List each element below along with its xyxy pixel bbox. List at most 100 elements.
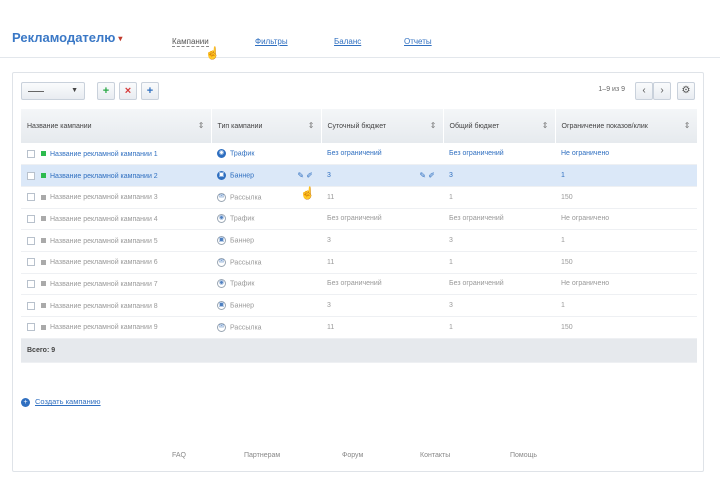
row-checkbox[interactable] [27, 236, 35, 245]
table-row[interactable]: Название рекламной кампании 7 ◉ Трафик Без … [21, 273, 697, 296]
campaign-name[interactable]: Название рекламной кампании 5 [50, 237, 158, 244]
cell-daily-budget: Без ограничений [321, 143, 443, 166]
footer-link-help[interactable]: Помощь [510, 452, 537, 459]
campaign-type-icon: ✉ [217, 257, 226, 267]
cell-name[interactable]: Название рекламной кампании 4 [21, 208, 211, 231]
row-checkbox[interactable] [27, 323, 35, 332]
cell-daily-budget: Без ограничений [321, 208, 443, 231]
cell-type: ✉ Рассылка [211, 251, 321, 274]
footer-link-forum[interactable]: Форум [342, 452, 363, 459]
column-header-type[interactable]: Тип кампании ⇕ [211, 109, 322, 143]
campaign-type-icon: ▣ [217, 236, 226, 246]
sort-icon: ⇕ [541, 121, 549, 130]
cell-daily-budget: 3 [321, 229, 443, 252]
row-checkbox[interactable] [27, 171, 35, 180]
cell-limit: Не ограничено [555, 208, 697, 231]
prev-page-button[interactable]: ‹ [635, 82, 653, 100]
table-row[interactable]: Название рекламной кампании 4 ◉ Трафик Без … [21, 208, 697, 231]
cell-name[interactable]: Название рекламной кампании 5 [21, 229, 211, 252]
plus-icon: + [102, 85, 110, 97]
campaign-type: Рассылка [230, 259, 262, 267]
row-checkbox[interactable] [27, 193, 35, 202]
cell-limit: 1 [555, 294, 697, 317]
campaigns-table: Название кампании ⇕ Тип кампании ⇕ Суточны… [21, 109, 698, 363]
nav-link-balance[interactable]: Баланс [334, 37, 361, 46]
brand-menu[interactable]: Рекламодателю ▾ [12, 30, 122, 45]
cell-total-budget: 3 [443, 229, 555, 252]
campaign-type: Рассылка [230, 194, 262, 202]
campaign-name[interactable]: Название рекламной кампании 9 [50, 324, 158, 331]
row-checkbox[interactable] [27, 301, 35, 310]
add-button[interactable]: + [97, 82, 115, 100]
cell-name[interactable]: Название рекламной кампании 9 [21, 316, 211, 339]
table-row[interactable]: Название рекламной кампании 6 ✉ Рассылка 11… [21, 251, 697, 274]
cell-limit: 150 [555, 316, 697, 339]
cell-type: ▣ Баннер [211, 294, 321, 317]
cell-name[interactable]: Название рекламной кампании 6 [21, 251, 211, 274]
column-header-name[interactable]: Название кампании ⇕ [21, 109, 212, 143]
table-row[interactable]: Название рекламной кампании 1 ◉ Трафик Без … [21, 143, 697, 166]
campaigns-panel: ▼ + × + 1–9 из 9 ‹ › ⚙ Название кампании… [12, 72, 704, 472]
edit-icon[interactable]: ✎ ✐ [419, 171, 435, 180]
cell-type: ▣ Баннер [211, 229, 321, 252]
total-label: Всего: 9 [21, 338, 697, 363]
cell-daily-budget: 3 [321, 294, 443, 317]
campaign-name[interactable]: Название рекламной кампании 4 [50, 216, 158, 223]
table-row[interactable]: Название рекламной кампании 3 ✉ Рассылка 11… [21, 186, 697, 209]
status-dot-icon [41, 216, 46, 222]
campaign-name[interactable]: Название рекламной кампании 6 [50, 259, 158, 266]
cell-type: ◉ Трафик [211, 143, 321, 166]
sort-icon: ⇕ [307, 121, 315, 130]
table-row[interactable]: Название рекламной кампании 8 ▣ Баннер 3 3 1 [21, 294, 697, 317]
cell-name[interactable]: Название рекламной кампании 7 [21, 273, 211, 296]
row-checkbox[interactable] [27, 279, 35, 288]
cell-total-budget: Без ограничений [443, 143, 555, 166]
status-dot-icon [41, 281, 46, 287]
cell-limit: 150 [555, 251, 697, 274]
campaign-type: Трафик [230, 150, 255, 158]
next-page-button[interactable]: › [653, 82, 671, 100]
footer-link-partners[interactable]: Партнерам [244, 452, 280, 459]
footer-link-faq[interactable]: FAQ [172, 452, 186, 459]
column-header-limit[interactable]: Ограничение показов/клик ⇕ [555, 109, 698, 143]
table-row[interactable]: Название рекламной кампании 5 ▣ Баннер 3 3 1 [21, 229, 697, 252]
column-header-total-budget[interactable]: Общий бюджет ⇕ [443, 109, 556, 143]
campaign-name[interactable]: Название рекламной кампании 2 [50, 172, 158, 179]
table-row[interactable]: Название рекламной кампании 9 ✉ Рассылка 11… [21, 316, 697, 339]
sort-icon: ⇕ [683, 121, 691, 130]
cell-name[interactable]: Название рекламной кампании 3 [21, 186, 211, 209]
row-checkbox[interactable] [27, 214, 35, 223]
nav-link-campaigns[interactable]: Кампании [172, 37, 209, 47]
campaign-type: Баннер [230, 172, 255, 180]
footer-link-contacts[interactable]: Контакты [420, 452, 450, 459]
row-checkbox[interactable] [27, 149, 35, 158]
sort-icon: ⇕ [197, 121, 205, 130]
delete-button[interactable]: × [119, 82, 137, 100]
edit-icon[interactable]: ✎ ✐ [297, 171, 313, 180]
sort-icon: ⇕ [429, 121, 437, 130]
grid-settings-button[interactable]: ⚙ [677, 82, 695, 100]
plus-circle-icon: + [21, 397, 30, 407]
campaign-type: Трафик [230, 215, 255, 223]
cell-total-budget: Без ограничений [443, 273, 555, 296]
campaign-type-icon: ◉ [217, 214, 226, 224]
campaign-name[interactable]: Название рекламной кампании 3 [50, 194, 158, 201]
campaign-name[interactable]: Название рекламной кампании 7 [50, 281, 158, 288]
cell-total-budget: 3 [443, 294, 555, 317]
cell-limit: 1 [555, 164, 697, 187]
cell-name[interactable]: Название рекламной кампании 1 [21, 143, 211, 166]
create-campaign-label: Создать кампанию [35, 397, 101, 406]
cell-name[interactable]: Название рекламной кампании 8 [21, 294, 211, 317]
table-row[interactable]: Название рекламной кампании 2 ▣ Баннер ✎ ✐ 3… [21, 164, 697, 187]
cell-daily-budget: 11 [321, 186, 443, 209]
campaign-name[interactable]: Название рекламной кампании 1 [50, 150, 158, 157]
row-checkbox[interactable] [27, 258, 35, 267]
nav-link-reports[interactable]: Отчеты [404, 37, 432, 46]
create-campaign-link[interactable]: + Создать кампанию [21, 397, 101, 407]
create-button[interactable]: + [141, 82, 159, 100]
nav-link-filters[interactable]: Фильтры [255, 37, 288, 46]
bulk-action-select[interactable]: ▼ [21, 82, 85, 100]
campaign-name[interactable]: Название рекламной кампании 8 [50, 303, 158, 310]
column-header-daily-budget[interactable]: Суточный бюджет ⇕ [321, 109, 444, 143]
cell-name[interactable]: Название рекламной кампании 2 [21, 164, 211, 187]
